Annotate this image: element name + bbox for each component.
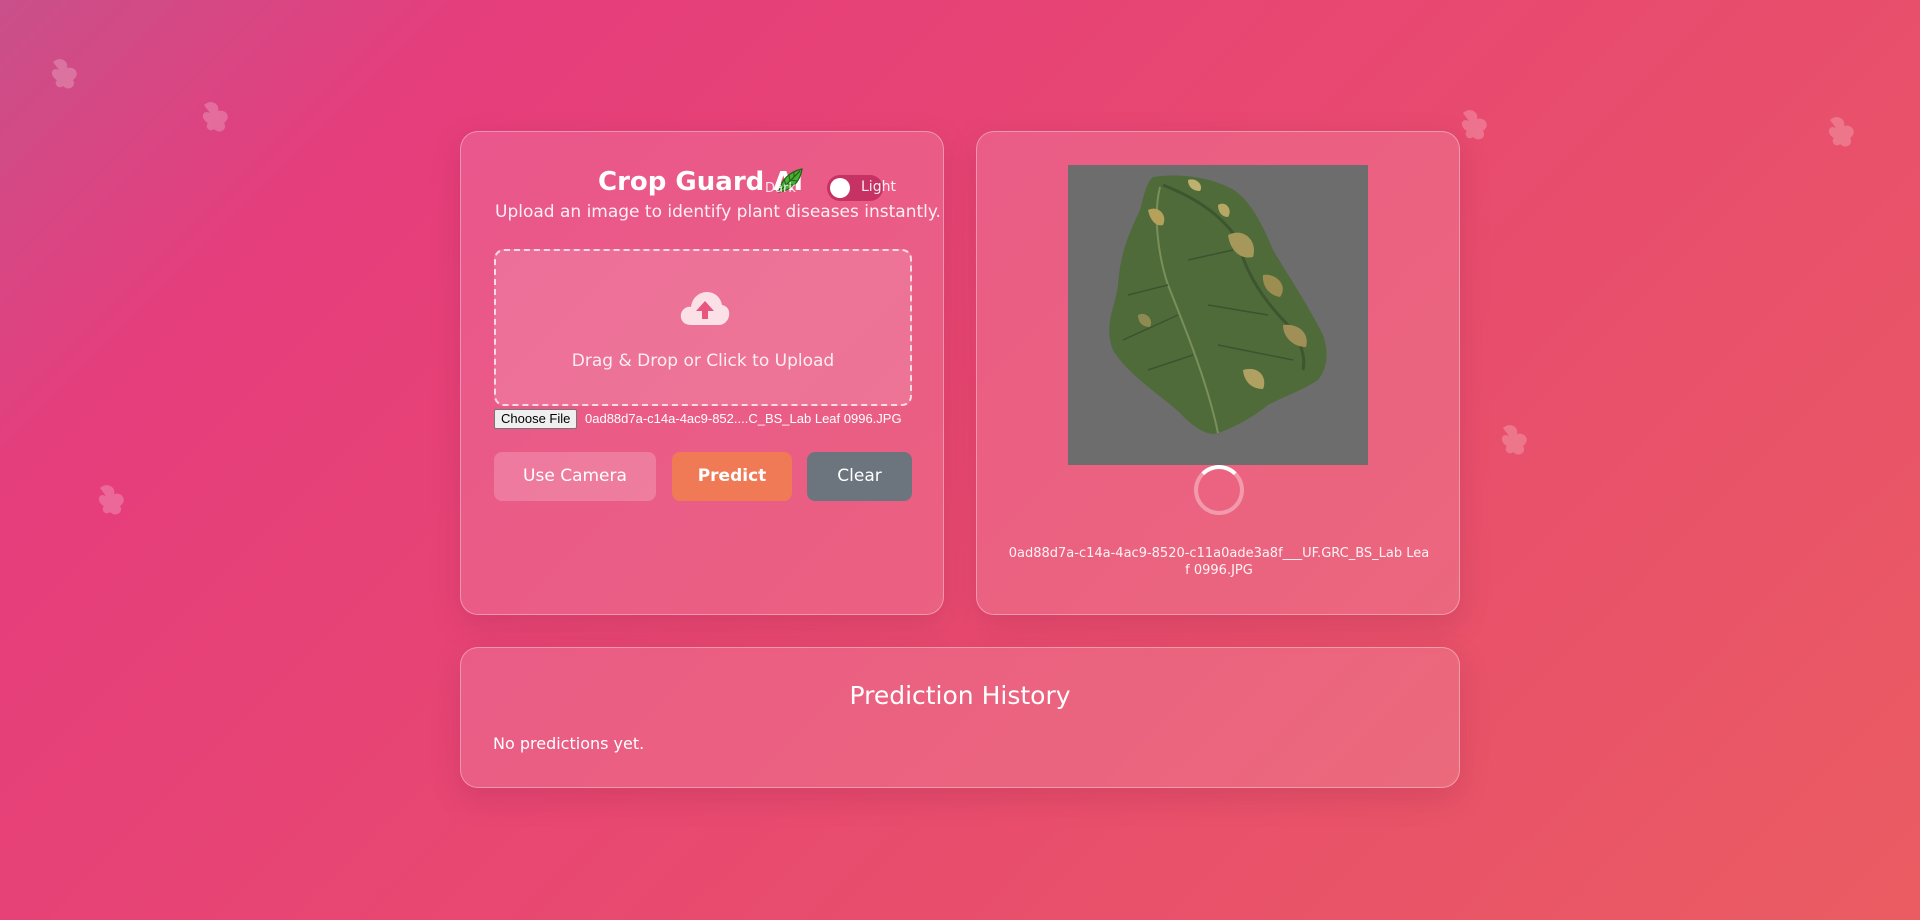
- cloud-upload-icon: [679, 289, 731, 331]
- clear-button[interactable]: Clear: [807, 452, 912, 501]
- dropzone-text: Drag & Drop or Click to Upload: [571, 351, 835, 371]
- background-plant-icon: [1495, 418, 1539, 462]
- background-plant-icon: [92, 478, 136, 522]
- choose-file-button[interactable]: Choose File: [494, 409, 578, 429]
- history-title: Prediction History: [849, 681, 1071, 710]
- background-plant-icon: [1455, 103, 1499, 147]
- use-camera-button[interactable]: Use Camera: [494, 452, 656, 501]
- predict-button[interactable]: Predict: [672, 452, 792, 501]
- background-plant-icon: [196, 95, 240, 139]
- background-plant-icon: [45, 52, 89, 96]
- toggle-light-label: Light: [861, 179, 896, 195]
- selected-file-name: 0ad88d7a-c14a-4ac9-852....C_BS_Lab Leaf …: [585, 411, 902, 426]
- toggle-dark-label: Dark: [765, 181, 796, 196]
- toggle-knob: [830, 178, 850, 198]
- history-empty-text: No predictions yet.: [493, 734, 645, 753]
- preview-file-name: 0ad88d7a-c14a-4ac9-8520-c11a0ade3a8f___U…: [1008, 546, 1430, 578]
- loading-spinner: [1194, 465, 1244, 515]
- preview-card: 0ad88d7a-c14a-4ac9-8520-c11a0ade3a8f___U…: [976, 131, 1460, 615]
- prediction-history-card: Prediction History No predictions yet.: [460, 647, 1460, 788]
- app-subtitle: Upload an image to identify plant diseas…: [495, 202, 941, 222]
- upload-dropzone[interactable]: Drag & Drop or Click to Upload: [494, 249, 912, 406]
- upload-card: Crop Guard AI Dark Light Upload an image…: [460, 131, 944, 615]
- background-plant-icon: [1822, 110, 1866, 154]
- leaf-preview-image: [1068, 165, 1368, 465]
